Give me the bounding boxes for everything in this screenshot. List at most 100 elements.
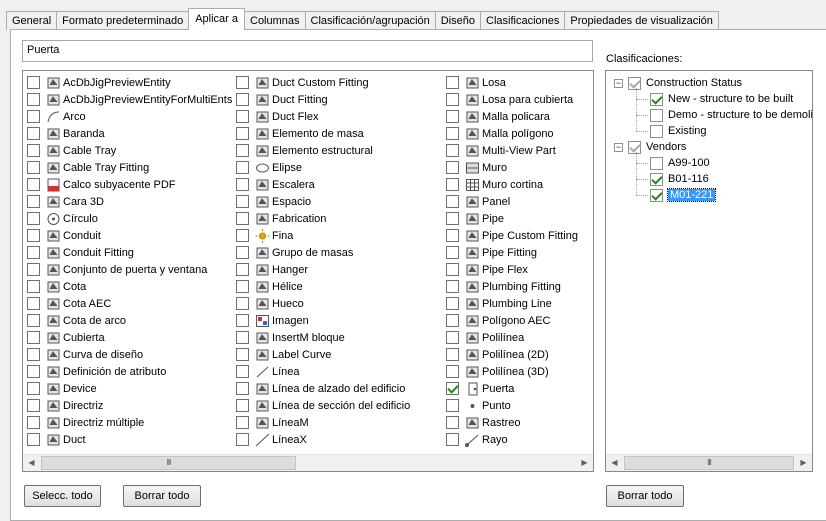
item-checkbox[interactable] xyxy=(446,178,459,191)
item-checkbox[interactable] xyxy=(27,195,40,208)
item-checkbox[interactable] xyxy=(446,382,459,395)
list-item[interactable]: Multi-View Part xyxy=(446,142,578,159)
item-checkbox[interactable] xyxy=(446,93,459,106)
list-item[interactable]: Elemento de masa xyxy=(236,125,410,142)
list-item[interactable]: Directriz xyxy=(27,397,232,414)
list-item[interactable]: LíneaM xyxy=(236,414,410,431)
list-item[interactable]: Label Curve xyxy=(236,346,410,363)
scroll-left-arrow-icon[interactable]: ◀ xyxy=(23,455,40,471)
list-item[interactable]: Pipe Custom Fitting xyxy=(446,227,578,244)
item-checkbox[interactable] xyxy=(236,348,249,361)
item-checkbox[interactable] xyxy=(27,178,40,191)
item-checkbox[interactable] xyxy=(446,161,459,174)
list-item[interactable]: Escalera xyxy=(236,176,410,193)
list-item[interactable]: Conduit Fitting xyxy=(27,244,232,261)
list-item[interactable]: Puerta xyxy=(446,380,578,397)
tab-dise-o[interactable]: Diseño xyxy=(434,11,482,30)
list-item[interactable]: Cota de arco xyxy=(27,312,232,329)
list-item[interactable]: Muro xyxy=(446,159,578,176)
list-item[interactable]: Espacio xyxy=(236,193,410,210)
list-item[interactable]: Polilínea xyxy=(446,329,578,346)
list-item[interactable]: Losa para cubierta xyxy=(446,91,578,108)
tree-item-existing[interactable]: Existing xyxy=(650,123,707,139)
item-checkbox[interactable] xyxy=(446,297,459,310)
item-checkbox[interactable] xyxy=(236,399,249,412)
item-checkbox[interactable] xyxy=(236,382,249,395)
list-item[interactable]: Cable Tray Fitting xyxy=(27,159,232,176)
list-item[interactable]: Hanger xyxy=(236,261,410,278)
item-checkbox[interactable] xyxy=(27,93,40,106)
list-item[interactable]: Malla policara xyxy=(446,108,578,125)
item-checkbox[interactable] xyxy=(446,399,459,412)
item-checkbox[interactable] xyxy=(446,365,459,378)
list-item[interactable]: AcDbJigPreviewEntity xyxy=(27,74,232,91)
item-checkbox[interactable] xyxy=(236,331,249,344)
list-item[interactable]: AcDbJigPreviewEntityForMultiEnts xyxy=(27,91,232,108)
tab-columnas[interactable]: Columnas xyxy=(244,11,306,30)
tree-checkbox[interactable] xyxy=(650,188,663,202)
item-checkbox[interactable] xyxy=(236,76,249,89)
collapse-icon[interactable]: − xyxy=(614,78,623,88)
item-checkbox[interactable] xyxy=(27,76,40,89)
item-checkbox[interactable] xyxy=(27,365,40,378)
tree-group-vendors[interactable]: − Vendors xyxy=(614,139,686,155)
list-item[interactable]: Curva de diseño xyxy=(27,346,232,363)
item-checkbox[interactable] xyxy=(446,246,459,259)
filter-input[interactable]: Puerta xyxy=(22,40,593,62)
item-checkbox[interactable] xyxy=(446,263,459,276)
list-item[interactable]: Plumbing Fitting xyxy=(446,278,578,295)
list-item[interactable]: Losa xyxy=(446,74,578,91)
tree-checkbox[interactable] xyxy=(650,172,663,186)
tree-item-b01-116[interactable]: B01-116 xyxy=(650,171,709,187)
item-checkbox[interactable] xyxy=(27,348,40,361)
list-item[interactable]: Punto xyxy=(446,397,578,414)
list-item[interactable]: Arco xyxy=(27,108,232,125)
tree-clear-all-button[interactable]: Borrar todo xyxy=(606,485,684,507)
item-checkbox[interactable] xyxy=(236,178,249,191)
tree-item-demo-structure-to-be-demolis[interactable]: Demo - structure to be demolis xyxy=(650,107,812,123)
item-checkbox[interactable] xyxy=(446,127,459,140)
item-checkbox[interactable] xyxy=(236,93,249,106)
tab-clasificaciones[interactable]: Clasificaciones xyxy=(480,11,566,30)
classifications-tree[interactable]: ◀ III ▶ − Construction Status New - struct… xyxy=(605,70,813,472)
tree-checkbox[interactable] xyxy=(628,76,641,90)
tree-checkbox[interactable] xyxy=(650,108,663,122)
tree-scrollbar-thumb[interactable]: III xyxy=(624,456,794,470)
item-checkbox[interactable] xyxy=(446,195,459,208)
item-checkbox[interactable] xyxy=(446,416,459,429)
list-item[interactable]: Hélice xyxy=(236,278,410,295)
item-checkbox[interactable] xyxy=(446,76,459,89)
list-item[interactable]: Línea de sección del edificio xyxy=(236,397,410,414)
list-item[interactable]: Baranda xyxy=(27,125,232,142)
item-checkbox[interactable] xyxy=(446,331,459,344)
list-item[interactable]: Cable Tray xyxy=(27,142,232,159)
item-checkbox[interactable] xyxy=(236,127,249,140)
list-item[interactable]: Polilínea (2D) xyxy=(446,346,578,363)
item-checkbox[interactable] xyxy=(27,314,40,327)
clear-all-button[interactable]: Borrar todo xyxy=(123,485,201,507)
item-checkbox[interactable] xyxy=(446,229,459,242)
list-item[interactable]: Hueco xyxy=(236,295,410,312)
item-checkbox[interactable] xyxy=(27,399,40,412)
item-checkbox[interactable] xyxy=(27,280,40,293)
collapse-icon[interactable]: − xyxy=(614,142,623,152)
tree-scroll-left-arrow-icon[interactable]: ◀ xyxy=(606,455,623,471)
list-item[interactable]: Cota AEC xyxy=(27,295,232,312)
list-item[interactable]: Pipe Fitting xyxy=(446,244,578,261)
item-checkbox[interactable] xyxy=(27,382,40,395)
tree-item-m01-221[interactable]: M01-221 xyxy=(650,187,717,203)
list-item[interactable]: Panel xyxy=(446,193,578,210)
tree-item-new-structure-to-be-built[interactable]: New - structure to be built xyxy=(650,91,793,107)
item-checkbox[interactable] xyxy=(236,297,249,310)
item-checkbox[interactable] xyxy=(236,195,249,208)
list-item[interactable]: Plumbing Line xyxy=(446,295,578,312)
item-checkbox[interactable] xyxy=(27,110,40,123)
tab-general[interactable]: General xyxy=(6,11,58,30)
tree-scroll-right-arrow-icon[interactable]: ▶ xyxy=(795,455,812,471)
tree-horizontal-scrollbar[interactable]: ◀ III ▶ xyxy=(606,454,812,471)
list-item[interactable]: Device xyxy=(27,380,232,397)
item-checkbox[interactable] xyxy=(236,110,249,123)
list-item[interactable]: Cota xyxy=(27,278,232,295)
list-item[interactable]: Polilínea (3D) xyxy=(446,363,578,380)
item-checkbox[interactable] xyxy=(236,416,249,429)
